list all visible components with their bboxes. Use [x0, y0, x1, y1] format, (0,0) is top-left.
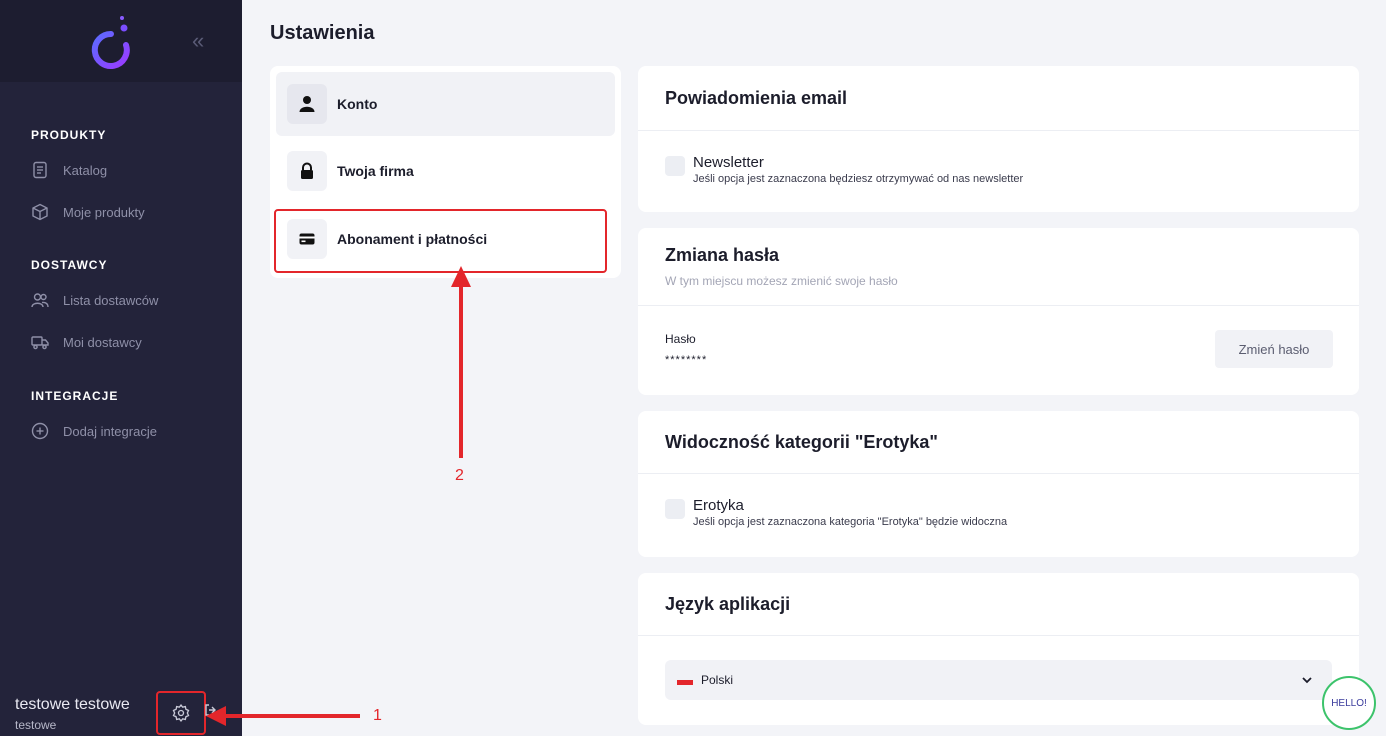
language-select[interactable]: Polski — [665, 660, 1332, 700]
card-title: Język aplikacji — [665, 593, 791, 614]
sidebar-item-label: Katalog — [63, 162, 108, 178]
menu-item-label: Abonament i płatności — [337, 231, 488, 247]
password-value: ******** — [665, 354, 708, 366]
option-description: Jeśli opcja jest zaznaczona kategoria "E… — [693, 516, 1008, 528]
section-title-dostawcy: DOSTAWCY — [31, 258, 108, 272]
sidebar-item-lista-dostawcow[interactable]: Lista dostawców — [31, 291, 158, 309]
user-icon — [299, 96, 315, 112]
card-icon — [299, 233, 315, 245]
logout-icon[interactable] — [204, 703, 218, 717]
option-description: Jeśli opcja jest zaznaczona będziesz otr… — [693, 173, 1024, 185]
card-subtitle: W tym miejscu możesz zmienić swoje hasło — [665, 274, 898, 288]
sidebar-item-label: Moi dostawcy — [63, 334, 142, 350]
option-text: Newsletter Jeśli opcja jest zaznaczona b… — [693, 154, 1023, 185]
erotyka-checkbox[interactable] — [665, 499, 685, 519]
menu-icon-box — [287, 84, 327, 124]
sidebar-item-moi-dostawcy[interactable]: Moi dostawcy — [31, 333, 142, 351]
card-title: Widoczność kategorii "Erotyka" — [665, 431, 938, 452]
page-title: Ustawienia — [270, 22, 375, 44]
plus-circle-icon — [31, 422, 49, 440]
newsletter-option: Newsletter Jeśli opcja jest zaznaczona b… — [665, 154, 1023, 185]
sidebar: « PRODUKTY Katalog Moje produkty DOSTAWC… — [0, 0, 242, 736]
email-notifications-card: Powiadomienia email Newsletter Jeśli opc… — [638, 66, 1359, 212]
settings-button[interactable] — [156, 691, 206, 735]
user-name: testowe testowe — [15, 696, 130, 713]
card-header: Język aplikacji — [638, 573, 1359, 636]
menu-item-label: Twoja firma — [337, 163, 414, 179]
language-card: Język aplikacji Polski — [638, 573, 1359, 725]
option-text: Erotyka Jeśli opcja jest zaznaczona kate… — [693, 497, 1007, 528]
collapse-sidebar-icon[interactable]: « — [192, 28, 204, 54]
settings-menu-abonament[interactable]: Abonament i płatności — [276, 207, 615, 271]
settings-menu-twoja-firma[interactable]: Twoja firma — [276, 139, 615, 203]
sidebar-item-moje-produkty[interactable]: Moje produkty — [31, 203, 145, 221]
user-company: testowe — [15, 718, 57, 732]
chat-widget-button[interactable]: HELLO! — [1322, 676, 1376, 730]
sidebar-item-dodaj-integracje[interactable]: Dodaj integracje — [31, 422, 157, 440]
menu-icon-box — [287, 151, 327, 191]
box-icon — [32, 203, 48, 221]
sidebar-header: « — [0, 0, 242, 82]
change-password-button[interactable]: Zmień hasło — [1215, 330, 1333, 368]
settings-menu: Konto Twoja firma Abonament i płatności — [270, 66, 621, 278]
sidebar-item-label: Dodaj integracje — [63, 423, 157, 439]
lock-icon — [301, 162, 313, 179]
password-card: Zmiana hasła W tym miejscu możesz zmieni… — [638, 228, 1359, 395]
truck-icon — [31, 336, 49, 350]
annotation-number-2: 2 — [455, 467, 464, 484]
gear-icon — [172, 704, 190, 722]
annotation-number-1: 1 — [373, 707, 382, 724]
section-title-produkty: PRODUKTY — [31, 128, 107, 142]
poland-flag-icon — [677, 679, 693, 685]
option-label: Newsletter — [693, 154, 764, 171]
menu-item-label: Konto — [337, 96, 378, 112]
users-icon — [31, 293, 49, 308]
erotyka-option: Erotyka Jeśli opcja jest zaznaczona kate… — [665, 497, 1007, 528]
language-select-value: Polski — [701, 673, 734, 687]
card-title: Zmiana hasła — [665, 245, 780, 265]
option-label: Erotyka — [693, 497, 744, 514]
card-header: Powiadomienia email — [638, 66, 1359, 131]
catalog-icon — [33, 161, 47, 179]
erotyka-visibility-card: Widoczność kategorii "Erotyka" Erotyka J… — [638, 411, 1359, 557]
newsletter-checkbox[interactable] — [665, 156, 685, 176]
menu-icon-box — [287, 219, 327, 259]
sidebar-item-label: Moje produkty — [63, 204, 145, 220]
chevron-down-icon — [1302, 677, 1312, 684]
sidebar-item-katalog[interactable]: Katalog — [31, 161, 107, 179]
card-header: Zmiana hasła W tym miejscu możesz zmieni… — [638, 228, 1359, 306]
logo-icon — [91, 16, 130, 69]
card-title: Powiadomienia email — [665, 87, 848, 108]
card-header: Widoczność kategorii "Erotyka" — [638, 411, 1359, 474]
section-title-integracje: INTEGRACJE — [31, 389, 119, 403]
settings-menu-konto[interactable]: Konto — [276, 72, 615, 136]
password-label: Hasło — [665, 332, 696, 346]
sidebar-item-label: Lista dostawców — [63, 292, 159, 308]
